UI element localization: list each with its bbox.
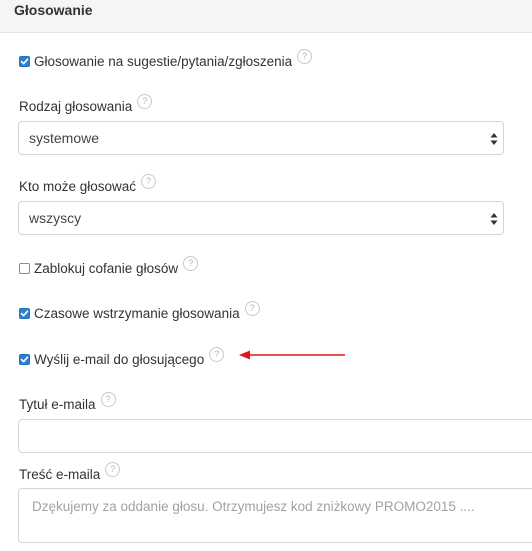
help-icon[interactable]: ? xyxy=(105,461,121,477)
check-icon xyxy=(20,57,29,64)
select-arrows-icon xyxy=(490,213,498,225)
voting-type-value: systemowe xyxy=(29,130,100,146)
send-email-row: Wyślij e-mail do głosującego ? xyxy=(19,346,225,368)
send-email-label[interactable]: Wyślij e-mail do głosującego xyxy=(34,352,204,367)
who-can-vote-label: Kto może głosować xyxy=(19,178,137,194)
select-arrows-icon xyxy=(490,133,498,145)
who-can-vote-value: wszyscy xyxy=(29,210,82,226)
email-title-input[interactable] xyxy=(18,419,532,453)
who-can-vote-select[interactable]: wszyscy xyxy=(18,201,504,235)
email-title-label-row: Tytuł e-maila ? xyxy=(19,391,116,413)
panel-title: Głosowanie xyxy=(14,2,93,18)
help-icon[interactable]: ? xyxy=(100,391,116,407)
email-body-textarea[interactable]: Dzękujemy za oddanie głosu. Otrzymujesz … xyxy=(18,488,532,543)
email-body-label-row: Treść e-maila ? xyxy=(19,461,121,483)
help-icon[interactable]: ? xyxy=(297,48,313,64)
block-vote-undo-label[interactable]: Zablokuj cofanie głosów xyxy=(34,261,178,276)
check-icon xyxy=(20,309,29,316)
block-vote-undo-checkbox[interactable] xyxy=(19,262,30,274)
email-body-label: Treść e-maila xyxy=(19,466,101,482)
panel-header: Głosowanie xyxy=(0,0,532,33)
voting-type-label: Rodzaj głosowania xyxy=(19,98,133,114)
send-email-checkbox[interactable] xyxy=(19,353,30,365)
who-can-vote-label-row: Kto może głosować ? xyxy=(19,173,157,195)
email-body-placeholder: Dzękujemy za oddanie głosu. Otrzymujesz … xyxy=(32,499,475,514)
check-icon xyxy=(20,355,29,362)
temp-suspend-checkbox[interactable] xyxy=(19,307,30,319)
help-icon[interactable]: ? xyxy=(183,255,199,271)
email-title-label: Tytuł e-maila xyxy=(19,396,96,412)
help-icon[interactable]: ? xyxy=(141,173,157,189)
voting-enabled-row: Głosowanie na sugestie/pytania/zgłoszeni… xyxy=(19,48,313,70)
help-icon[interactable]: ? xyxy=(209,346,225,362)
temp-suspend-label[interactable]: Czasowe wstrzymanie głosowania xyxy=(34,306,240,321)
voting-enabled-checkbox[interactable] xyxy=(19,55,30,67)
voting-type-select[interactable]: systemowe xyxy=(18,121,504,155)
voting-type-label-row: Rodzaj głosowania ? xyxy=(19,93,153,115)
help-icon[interactable]: ? xyxy=(244,300,260,316)
help-icon[interactable]: ? xyxy=(137,93,153,109)
voting-enabled-label[interactable]: Głosowanie na sugestie/pytania/zgłoszeni… xyxy=(34,54,292,69)
temp-suspend-row: Czasowe wstrzymanie głosowania ? xyxy=(19,300,260,322)
annotation-arrow-icon xyxy=(239,350,345,360)
block-vote-undo-row: Zablokuj cofanie głosów ? xyxy=(19,255,199,277)
